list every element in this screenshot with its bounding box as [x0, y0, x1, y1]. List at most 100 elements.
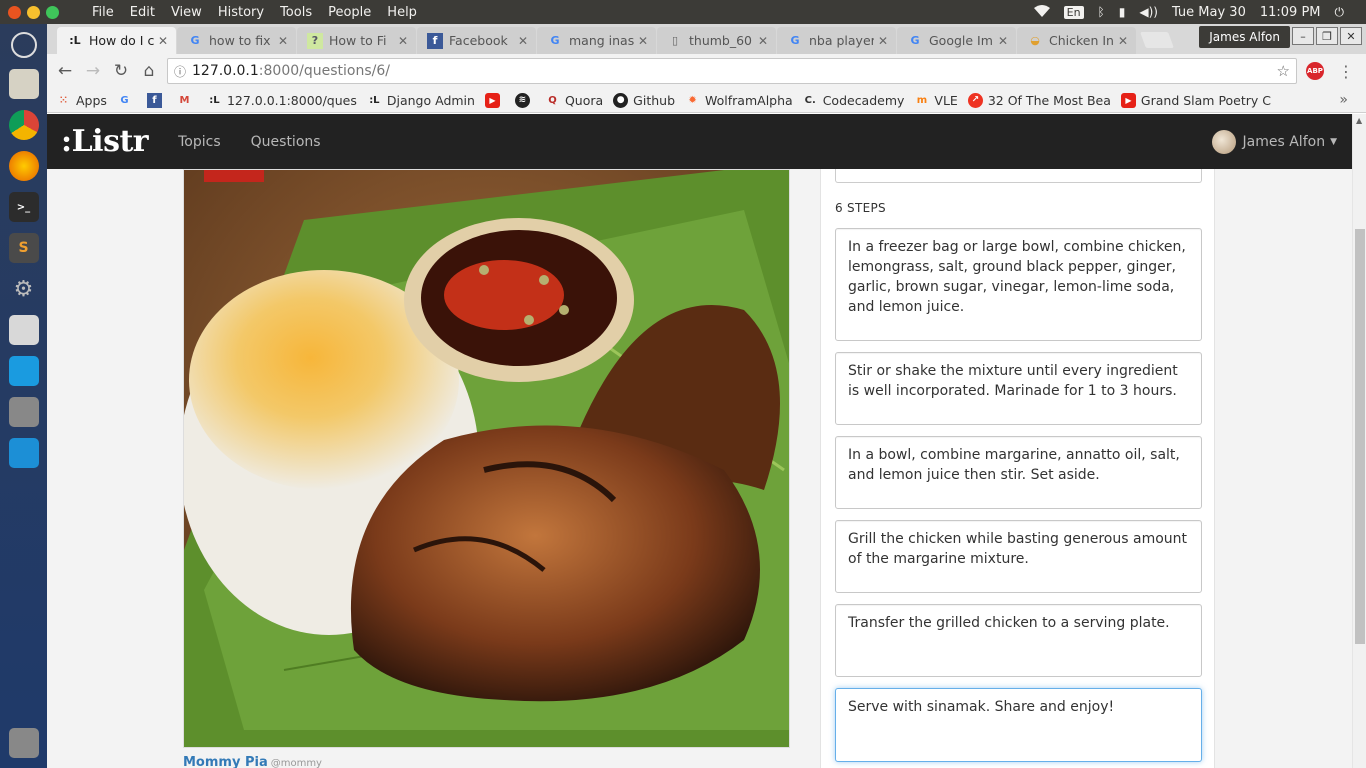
- chrome-menu-icon[interactable]: ⋮: [1338, 62, 1354, 81]
- bookmark-wolframalpha[interactable]: ✹ WolframAlpha: [685, 93, 792, 108]
- tab-facebook[interactable]: f Facebook ✕: [417, 27, 536, 54]
- minimize-icon[interactable]: –: [1292, 27, 1314, 45]
- workspace-icon[interactable]: [8, 438, 39, 468]
- menu-view[interactable]: View: [163, 5, 210, 20]
- close-window-button[interactable]: [8, 5, 21, 19]
- bookmark-32-most-beautiful[interactable]: ↗ 32 Of The Most Bea: [967, 92, 1111, 108]
- volume-icon[interactable]: ◀)): [1139, 5, 1158, 19]
- trash-icon[interactable]: [9, 728, 39, 758]
- scroll-up-arrow-icon[interactable]: ▲: [1356, 116, 1362, 125]
- menu-tools[interactable]: Tools: [272, 5, 320, 20]
- step-2-textarea[interactable]: Stir or shake the mixture until every in…: [835, 352, 1202, 425]
- bookmark-django-admin[interactable]: :L Django Admin: [367, 93, 475, 108]
- reload-icon[interactable]: ↻: [107, 61, 135, 81]
- tab-how-to-fix[interactable]: G how to fix ✕: [177, 27, 296, 54]
- wifi-icon[interactable]: [1033, 4, 1050, 20]
- menu-help[interactable]: Help: [379, 5, 425, 20]
- close-icon[interactable]: ✕: [878, 34, 888, 48]
- back-arrow-icon[interactable]: ←: [51, 61, 79, 81]
- disk-icon[interactable]: [8, 397, 39, 427]
- menu-people[interactable]: People: [320, 5, 379, 20]
- bookmark-facebook[interactable]: f: [146, 92, 167, 108]
- address-bar[interactable]: ⓘ 127.0.0.1:8000/questions/6/ ☆: [167, 58, 1297, 84]
- menu-edit[interactable]: Edit: [122, 5, 163, 20]
- tab-title: nba player: [809, 33, 874, 48]
- menu-file[interactable]: File: [84, 5, 122, 20]
- chrome-icon[interactable]: [8, 110, 39, 140]
- close-icon[interactable]: ✕: [278, 34, 288, 48]
- bookmark-codecademy[interactable]: C. Codecademy: [803, 93, 905, 108]
- tab-how-to-fi[interactable]: ? How to Fi ✕: [297, 27, 416, 54]
- keyboard-language[interactable]: En: [1063, 5, 1084, 19]
- time-label[interactable]: 11:09 PM: [1260, 5, 1321, 20]
- author-name-link[interactable]: Mommy Pia: [183, 755, 268, 768]
- bookmark-star-icon[interactable]: ☆: [1277, 62, 1290, 80]
- tab-how-do-i[interactable]: :L How do I c ✕: [57, 27, 176, 54]
- restore-icon[interactable]: ❐: [1316, 27, 1338, 45]
- bookmark-localhost[interactable]: :L 127.0.0.1:8000/ques: [207, 93, 357, 108]
- nav-questions[interactable]: Questions: [251, 134, 321, 150]
- sublime-text-icon[interactable]: S: [8, 233, 39, 263]
- bluetooth-icon[interactable]: ᛒ: [1098, 5, 1105, 19]
- tab-title: Chicken In: [1049, 33, 1114, 48]
- firefox-icon[interactable]: [8, 151, 39, 181]
- close-icon[interactable]: ✕: [1118, 34, 1128, 48]
- adblock-plus-icon[interactable]: ABP: [1306, 62, 1324, 80]
- user-menu[interactable]: James Alfon ▼: [1211, 129, 1337, 154]
- scrollbar-thumb[interactable]: [1355, 229, 1365, 644]
- tab-thumb[interactable]: ▯ thumb_60 ✕: [657, 27, 776, 54]
- info-icon[interactable]: ⓘ: [168, 63, 192, 80]
- bookmark-youtube[interactable]: ▶: [484, 92, 505, 108]
- more-bookmarks-icon[interactable]: »: [1339, 92, 1348, 108]
- page-scrollbar[interactable]: ▲: [1352, 114, 1366, 768]
- tab-chicken-inasal[interactable]: ◒ Chicken In ✕: [1017, 27, 1136, 54]
- new-tab-button[interactable]: [1140, 32, 1174, 48]
- step-3-textarea[interactable]: In a bowl, combine margarine, annatto oi…: [835, 436, 1202, 509]
- window-buttons: [0, 5, 84, 19]
- screenshot-icon[interactable]: [8, 356, 39, 386]
- site-logo[interactable]: :Listr: [61, 124, 149, 159]
- tab-title: How do I c: [89, 33, 154, 48]
- profile-chip[interactable]: James Alfon: [1199, 26, 1290, 48]
- bookmark-grand-slam-poetry[interactable]: ▶ Grand Slam Poetry C: [1120, 92, 1271, 108]
- date-label[interactable]: Tue May 30: [1172, 5, 1246, 20]
- ubuntu-dash-icon[interactable]: [10, 32, 37, 58]
- step-5-textarea[interactable]: Transfer the grilled chicken to a servin…: [835, 604, 1202, 677]
- close-icon[interactable]: ✕: [398, 34, 408, 48]
- system-monitor-icon[interactable]: [8, 315, 39, 345]
- battery-icon[interactable]: ▮: [1119, 5, 1126, 19]
- close-window-icon[interactable]: ✕: [1340, 27, 1362, 45]
- tab-nba-player[interactable]: G nba player ✕: [777, 27, 896, 54]
- forward-arrow-icon[interactable]: →: [79, 61, 107, 81]
- home-icon[interactable]: ⌂: [135, 61, 163, 81]
- bookmark-vle[interactable]: m VLE: [914, 93, 958, 108]
- bookmark-google[interactable]: G: [117, 93, 137, 108]
- ingredients-textarea[interactable]: [835, 167, 1202, 183]
- close-icon[interactable]: ✕: [998, 34, 1008, 48]
- bookmark-apps[interactable]: ⁙ Apps: [56, 93, 107, 108]
- bookmark-stack[interactable]: ≋: [514, 92, 535, 108]
- tab-google-images[interactable]: G Google Im ✕: [897, 27, 1016, 54]
- bookmark-gmail[interactable]: M: [177, 93, 197, 108]
- power-icon[interactable]: ⏻: [1335, 5, 1345, 20]
- step-4-textarea[interactable]: Grill the chicken while basting generous…: [835, 520, 1202, 593]
- minimize-window-button[interactable]: [27, 5, 40, 19]
- bookmark-quora[interactable]: Q Quora: [545, 93, 603, 108]
- menu-history[interactable]: History: [210, 5, 272, 20]
- recipe-form-panel: 6 STEPS In a freezer bag or large bowl, …: [820, 167, 1215, 768]
- close-icon[interactable]: ✕: [638, 34, 648, 48]
- terminal-icon[interactable]: >_: [8, 192, 39, 222]
- step-1-textarea[interactable]: In a freezer bag or large bowl, combine …: [835, 228, 1202, 341]
- close-icon[interactable]: ✕: [758, 34, 768, 48]
- step-6-textarea[interactable]: Serve with sinamak. Share and enjoy!: [835, 688, 1202, 762]
- bookmark-github[interactable]: ● Github: [613, 92, 675, 108]
- files-icon[interactable]: [8, 69, 39, 99]
- recipe-photo: [183, 169, 790, 748]
- tab-mang-inas[interactable]: G mang inas ✕: [537, 27, 656, 54]
- google-icon: G: [190, 34, 200, 47]
- close-icon[interactable]: ✕: [518, 34, 528, 48]
- nav-topics[interactable]: Topics: [178, 134, 221, 150]
- maximize-window-button[interactable]: [46, 5, 59, 19]
- settings-gear-icon[interactable]: ⚙: [9, 274, 39, 304]
- close-icon[interactable]: ✕: [158, 34, 168, 48]
